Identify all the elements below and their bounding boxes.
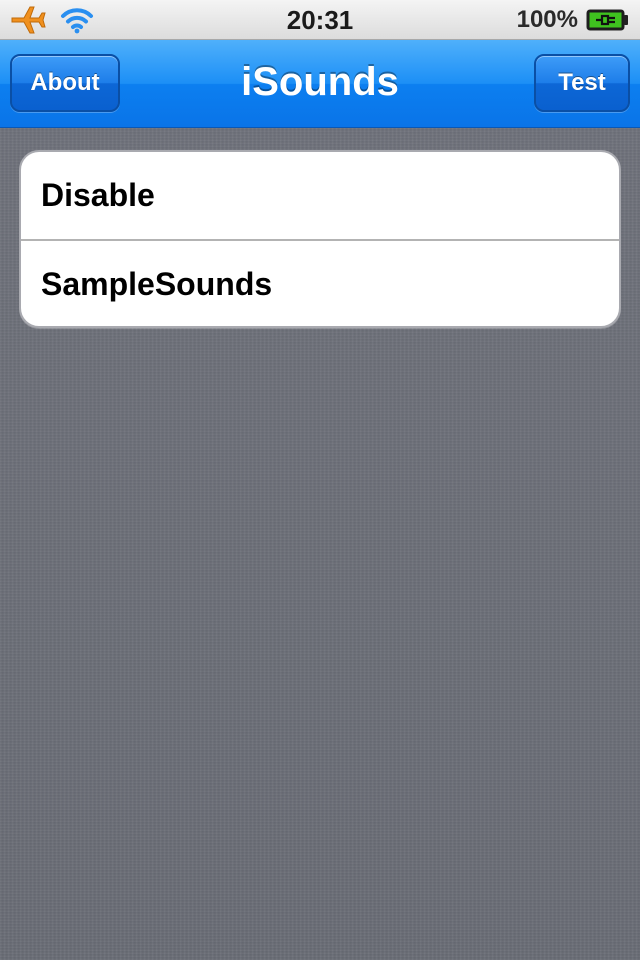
battery-fill	[589, 12, 622, 28]
test-button[interactable]: Test	[534, 54, 630, 112]
navigation-bar: About iSounds Test	[0, 40, 640, 128]
page-title: iSounds	[241, 60, 399, 104]
list-item-samplesounds[interactable]: SampleSounds	[21, 239, 619, 326]
battery-charging-icon	[586, 8, 630, 32]
status-right: 100%	[517, 4, 630, 36]
about-button[interactable]: About	[10, 54, 120, 112]
sound-list: Disable SampleSounds	[19, 150, 621, 328]
status-bar: 20:31 100%	[0, 0, 640, 40]
list-item-disable[interactable]: Disable	[21, 152, 619, 239]
battery-percent: 100%	[516, 6, 578, 33]
